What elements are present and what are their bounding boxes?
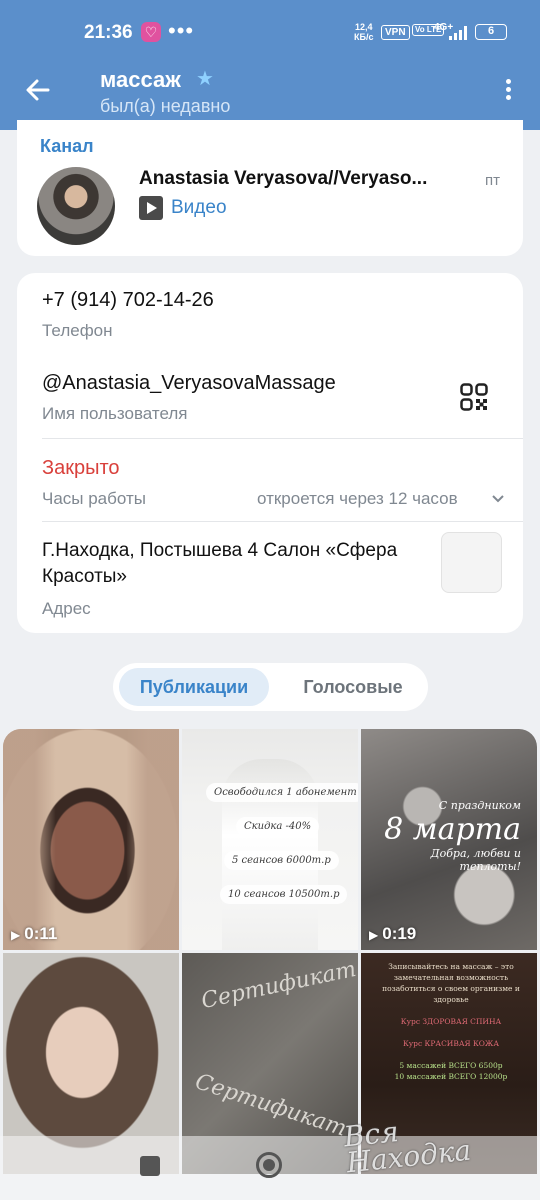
signal-icon bbox=[449, 26, 469, 40]
phone-label: Телефон bbox=[42, 321, 113, 340]
promo-text: Освободился 1 абонемент bbox=[206, 783, 358, 802]
watermark: Вся Находка bbox=[342, 1114, 473, 1180]
media-tabs: Публикации Голосовые bbox=[113, 663, 428, 711]
contact-info-card: +7 (914) 702-14-26 Телефон @Anastasia_Ve… bbox=[17, 273, 523, 633]
vpn-icon: VPN bbox=[381, 25, 410, 40]
chevron-down-icon[interactable] bbox=[491, 494, 505, 504]
certificate-text: Сертификат bbox=[199, 956, 358, 1015]
battery-icon: 6 bbox=[475, 24, 507, 40]
network-speed: 12,4 КБ/с bbox=[354, 22, 374, 42]
more-notifications-icon: ••• bbox=[168, 18, 195, 43]
hours-detail: откроется через 12 часов bbox=[257, 489, 458, 508]
promo-text: Скидка -40% bbox=[236, 817, 320, 836]
status-bar: 21:36 ♡ ••• 12,4 КБ/с VPN Vo LTE 4G+ 6 bbox=[0, 0, 540, 62]
play-icon: ▶ bbox=[369, 928, 379, 942]
video-duration: ▶ 0:11 bbox=[11, 924, 58, 943]
promo-text: 10 сеансов 10500т.р bbox=[220, 885, 348, 904]
channel-section-label: Канал bbox=[40, 136, 94, 156]
phone-row[interactable]: +7 (914) 702-14-26 Телефон bbox=[17, 273, 523, 356]
certificate-text: Сертификат bbox=[191, 1069, 350, 1142]
address-value: Г.Находка, Постышева 4 Салон «Сфера Крас… bbox=[42, 540, 398, 587]
tab-publications[interactable]: Публикации bbox=[119, 668, 269, 706]
premium-star-icon: ★ bbox=[196, 68, 214, 90]
holiday-greeting: С праздником 8 марта Добра, любви и тепл… bbox=[384, 799, 521, 873]
video-duration: ▶ 0:19 bbox=[369, 924, 417, 943]
channel-name: Anastasia Veryasova//Veryaso... bbox=[139, 168, 428, 189]
channel-card[interactable]: Канал Anastasia Veryasova//Veryaso... пт… bbox=[17, 120, 523, 256]
back-arrow-icon[interactable] bbox=[22, 74, 54, 106]
map-thumbnail[interactable] bbox=[441, 532, 502, 593]
username-label: Имя пользователя bbox=[42, 404, 188, 423]
channel-preview: Видео bbox=[171, 197, 227, 218]
app-notification-icon: ♡ bbox=[141, 22, 161, 42]
username-value: @Anastasia_VeryasovaMassage bbox=[42, 372, 336, 394]
hours-label: Часы работы bbox=[42, 489, 146, 508]
video-thumbnail-icon bbox=[139, 196, 163, 220]
more-options-icon[interactable] bbox=[498, 76, 518, 106]
hours-status: Закрыто bbox=[42, 457, 120, 479]
working-hours-row[interactable]: Закрыто Часы работы откроется через 12 ч… bbox=[17, 439, 523, 521]
play-icon: ▶ bbox=[11, 928, 21, 942]
promo-text: 5 сеансов 6000т.р bbox=[224, 851, 339, 870]
media-item[interactable]: С праздником 8 марта Добра, любви и тепл… bbox=[361, 729, 537, 950]
last-seen-status: был(а) недавно bbox=[100, 96, 231, 116]
promo-text-block: Записывайтесь на массаж – это замечатель… bbox=[382, 962, 520, 1081]
address-label: Адрес bbox=[42, 599, 91, 618]
recent-apps-button[interactable] bbox=[140, 1156, 160, 1176]
chat-title[interactable]: массаж bbox=[100, 67, 181, 93]
channel-avatar[interactable] bbox=[37, 167, 115, 245]
media-item[interactable]: ▶ 0:11 bbox=[3, 729, 179, 950]
username-row[interactable]: @Anastasia_VeryasovaMassage Имя пользова… bbox=[17, 356, 523, 438]
phone-number: +7 (914) 702-14-26 bbox=[42, 289, 214, 311]
channel-date: пт bbox=[485, 172, 500, 189]
qr-code-icon[interactable] bbox=[460, 383, 488, 411]
status-time: 21:36 bbox=[84, 22, 133, 43]
tab-voice[interactable]: Голосовые bbox=[283, 668, 423, 706]
address-row[interactable]: Г.Находка, Постышева 4 Салон «Сфера Крас… bbox=[17, 522, 523, 633]
media-item[interactable]: Освободился 1 абонемент Скидка -40% 5 се… bbox=[182, 729, 358, 950]
home-button[interactable] bbox=[256, 1152, 282, 1178]
